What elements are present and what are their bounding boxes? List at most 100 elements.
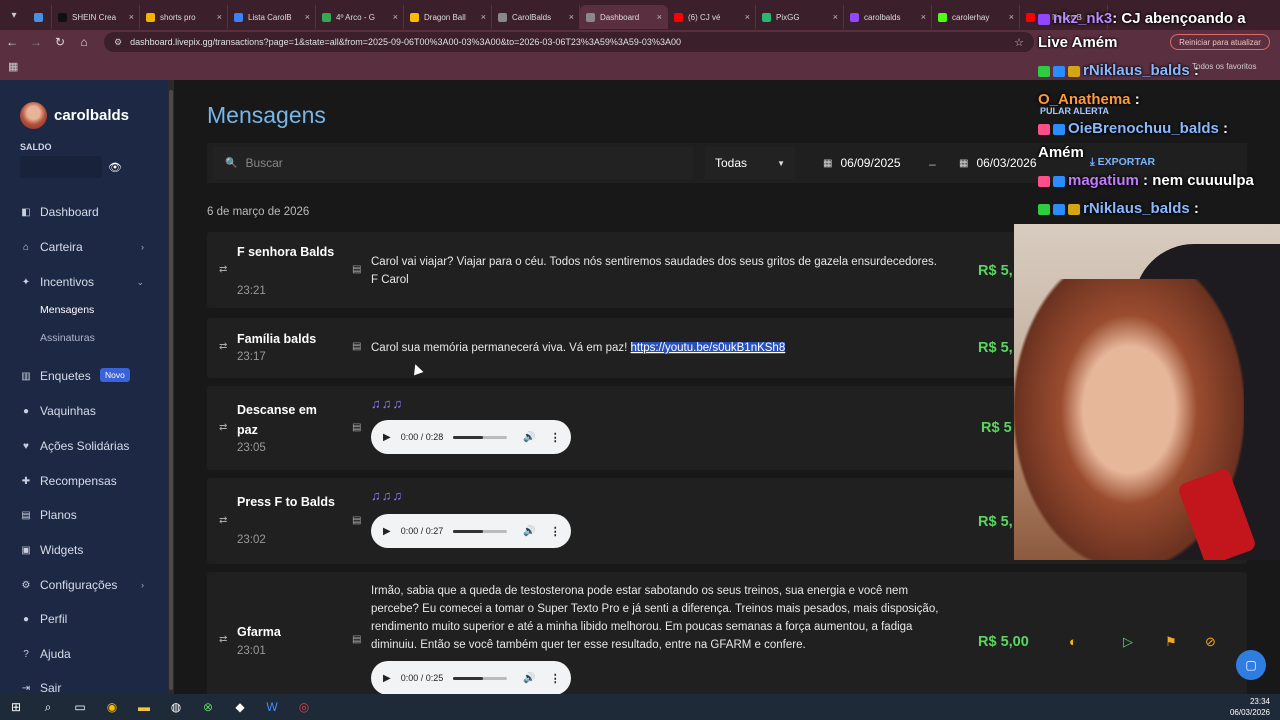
browser-tab[interactable]: CarolBalds ×	[492, 5, 580, 29]
show-balance-eye-icon[interactable]: 👁	[108, 161, 122, 174]
reload-icon[interactable]: ↻	[48, 35, 72, 49]
windows-start-icon[interactable]: ⊞	[0, 700, 32, 714]
bookmark-star-icon[interactable]: ☆	[1014, 36, 1024, 49]
sidebar-item-perfil[interactable]: ● Perfil	[20, 612, 148, 626]
volume-icon[interactable]: 🔊	[523, 432, 535, 443]
browser-tab[interactable]: 4º Arco - G ×	[316, 5, 404, 29]
sidebar-item-widgets[interactable]: ▣ Widgets	[20, 543, 148, 557]
drive-icon	[146, 12, 155, 22]
flag-icon[interactable]: ⚑	[1165, 634, 1177, 650]
close-tab-icon[interactable]: ×	[305, 12, 310, 22]
state-filter-select[interactable]: Todas ▼	[705, 147, 795, 179]
sidebar-item-carteira[interactable]: ⌂ Carteira ›	[20, 240, 148, 254]
close-tab-icon[interactable]: ×	[569, 12, 574, 22]
search-input[interactable]: 🔍 Buscar	[213, 147, 693, 179]
sidebar-item-sair[interactable]: ⇥ Sair	[20, 681, 148, 695]
more-options-icon[interactable]: ⋮	[550, 525, 561, 538]
update-browser-button[interactable]: Reiniciar para atualizar	[1170, 34, 1270, 50]
search-icon[interactable]: ⌕	[32, 700, 64, 715]
word-icon[interactable]: W	[256, 700, 288, 714]
more-options-icon[interactable]: ⋮	[550, 431, 561, 444]
sidebar-item-recompensas[interactable]: ✚ Recompensas	[20, 474, 148, 488]
browser-tab[interactable]: Lista CarolB ×	[228, 5, 316, 29]
audio-player[interactable]: ▶ 0:00 / 0:25 🔊 ⋮	[371, 661, 571, 694]
url-field[interactable]: ⚙ dashboard.livepix.gg/transactions?page…	[104, 32, 1034, 52]
more-options-icon[interactable]: ⋮	[550, 672, 561, 685]
volume-icon[interactable]: 🔊	[523, 673, 535, 684]
sidebar-item-assinaturas[interactable]: Assinaturas	[40, 332, 95, 344]
sidebar-item-mensagens[interactable]: Mensagens	[40, 304, 94, 316]
close-tab-icon[interactable]: ×	[921, 12, 926, 22]
skip-alert-button[interactable]: PULAR ALERTA	[1040, 106, 1109, 116]
message-link[interactable]: https://youtu.be/s0ukB1nKSh8	[630, 342, 786, 354]
browser-tab[interactable]: (6) CJ vé ×	[668, 5, 756, 29]
table-row[interactable]: ⇄ Gfarma 23:01 ▤ Irmão, sabia que a qued…	[207, 572, 1247, 694]
play-icon[interactable]: ▶	[383, 526, 391, 537]
sidebar-item-configuracoes[interactable]: ⚙ Configurações ›	[20, 578, 148, 592]
close-tab-icon[interactable]: ×	[657, 12, 662, 22]
scrollbar-thumb[interactable]	[169, 90, 173, 690]
username: carolbalds	[54, 107, 130, 124]
sidebar-item-incentivos[interactable]: ✦ Incentivos ⌄	[20, 275, 148, 289]
badge-icon	[1038, 65, 1050, 77]
system-clock[interactable]: 23:34 06/03/2026	[1230, 696, 1270, 718]
audio-player[interactable]: ▶ 0:00 / 0:27 🔊 ⋮	[371, 514, 571, 548]
date-to-field[interactable]: ▦ 06/03/2026	[959, 147, 1037, 179]
browser-tab[interactable]: SHEIN Crea ×	[52, 5, 140, 29]
task-view-icon[interactable]: ▭	[64, 700, 96, 714]
home-icon[interactable]: ⌂	[72, 35, 96, 49]
audio-seek-slider[interactable]	[453, 529, 508, 533]
sidebar-item-vaquinhas[interactable]: ● Vaquinhas	[20, 404, 148, 418]
site-info-icon[interactable]: ⚙	[114, 37, 122, 48]
state-filter-value: Todas	[715, 156, 748, 170]
audio-seek-slider[interactable]	[453, 676, 508, 680]
close-tab-icon[interactable]: ×	[481, 12, 486, 22]
profile-header[interactable]: carolbalds	[20, 102, 129, 129]
badge-icon	[1053, 123, 1065, 135]
date-from-field[interactable]: ▦ 06/09/2025	[823, 147, 901, 179]
support-chat-button[interactable]: ▢	[1236, 650, 1266, 680]
tab-search-icon[interactable]: ▾	[0, 0, 28, 30]
block-icon[interactable]: ⊘	[1205, 634, 1216, 650]
xbox-icon[interactable]: ⊗	[192, 700, 224, 714]
apps-grid-icon[interactable]: ▦	[8, 60, 18, 73]
tools-icon: ✦	[21, 276, 31, 288]
sidebar-item-ajuda[interactable]: ? Ajuda	[20, 647, 148, 661]
audio-seek-slider[interactable]	[453, 435, 508, 439]
donation-amount: R$ 5,	[978, 340, 1013, 356]
replay-icon[interactable]: ▷	[1123, 634, 1133, 650]
audio-time: 0:00 / 0:27	[400, 526, 444, 536]
sidebar-item-acoes-solidarias[interactable]: ♥ Ações Solidárias	[20, 439, 148, 453]
volume-icon[interactable]: 🔊	[523, 526, 535, 537]
browser-tab[interactable]: Dashboard ×	[580, 5, 668, 29]
browser-tab[interactable]	[28, 5, 52, 29]
obs-icon[interactable]: ◍	[160, 700, 192, 714]
audio-player[interactable]: ▶ 0:00 / 0:28 🔊 ⋮	[371, 420, 571, 454]
close-tab-icon[interactable]: ×	[833, 12, 838, 22]
all-bookmarks-link[interactable]: Todos os favoritos	[1192, 62, 1256, 71]
forward-icon[interactable]: →	[24, 35, 48, 49]
back-icon[interactable]: ←	[0, 35, 24, 49]
browser-tab[interactable]: PixGG ×	[756, 5, 844, 29]
hide-icon[interactable]: ◐	[1069, 634, 1077, 649]
sidebar-item-enquetes[interactable]: ▥ Enquetes Novo	[20, 368, 148, 383]
close-tab-icon[interactable]: ×	[745, 12, 750, 22]
recorder-icon[interactable]: ◎	[288, 700, 320, 714]
browser-tab[interactable]: Dragon Ball ×	[404, 5, 492, 29]
file-explorer-icon[interactable]: ▬	[128, 700, 160, 714]
chat-user: magatium	[1068, 172, 1139, 189]
app-icon[interactable]: ◆	[224, 700, 256, 714]
close-tab-icon[interactable]: ×	[393, 12, 398, 22]
export-button[interactable]: ⤓ EXPORTAR	[1090, 156, 1155, 169]
sidebar-item-planos[interactable]: ▤ Planos	[20, 508, 148, 522]
browser-tab[interactable]: carolbalds ×	[844, 5, 932, 29]
play-icon[interactable]: ▶	[383, 432, 391, 443]
play-icon[interactable]: ▶	[383, 673, 391, 684]
browser-tab[interactable]: carolerhay ×	[932, 5, 1020, 29]
browser-tab[interactable]: shorts pro ×	[140, 5, 228, 29]
close-tab-icon[interactable]: ×	[1009, 12, 1014, 22]
chrome-icon[interactable]: ◉	[96, 700, 128, 714]
sidebar-item-dashboard[interactable]: ◧ Dashboard	[20, 205, 148, 219]
close-tab-icon[interactable]: ×	[217, 12, 222, 22]
close-tab-icon[interactable]: ×	[129, 12, 134, 22]
